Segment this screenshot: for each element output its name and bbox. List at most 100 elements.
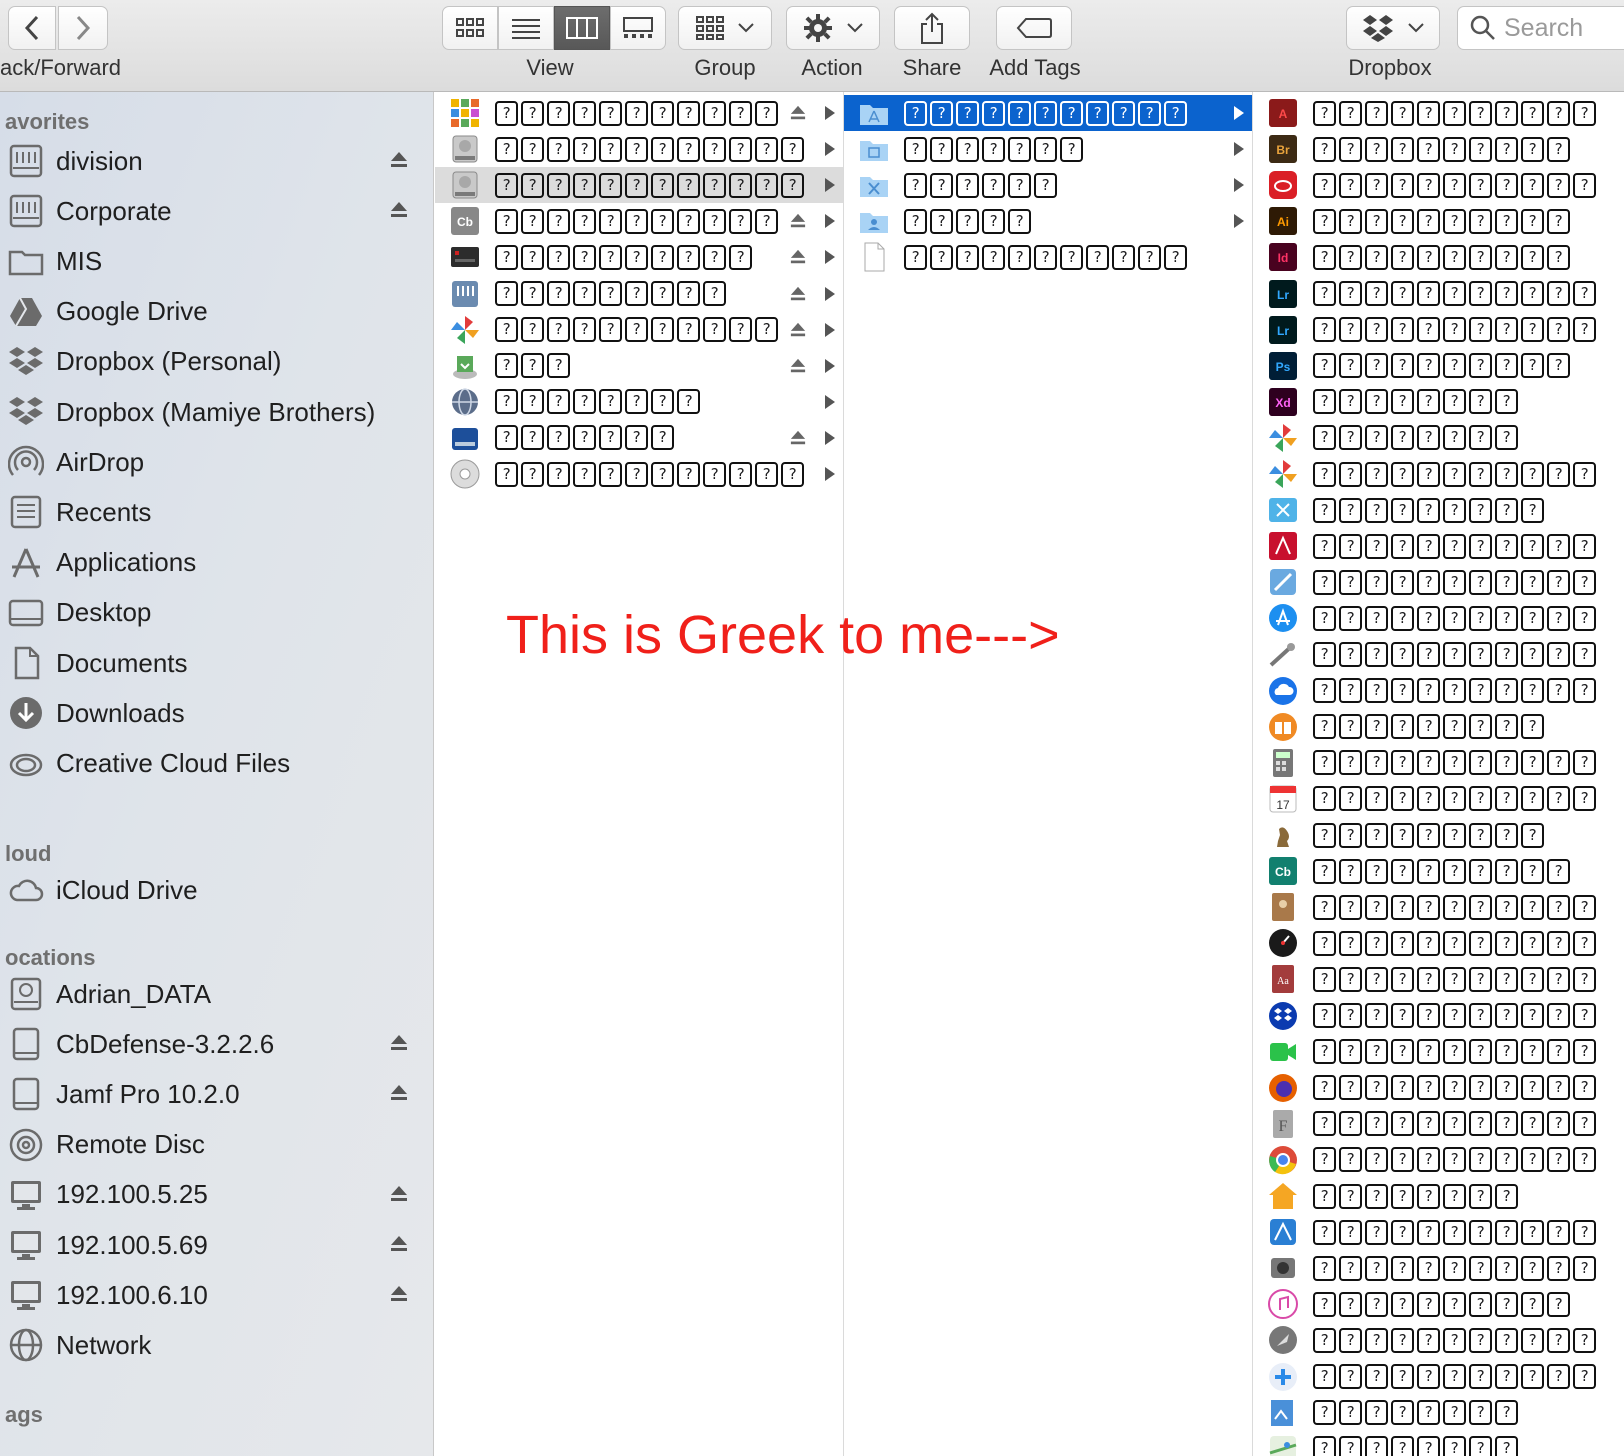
sidebar-item[interactable]: iCloud Drive: [8, 868, 408, 912]
file-row[interactable]: Lr???????????: [1253, 312, 1624, 348]
eject-icon[interactable]: [790, 249, 806, 265]
action-button[interactable]: [786, 6, 880, 50]
eject-icon[interactable]: [390, 1034, 408, 1052]
sidebar-item[interactable]: Applications: [8, 541, 408, 585]
file-row[interactable]: ???????????: [1253, 889, 1624, 925]
sidebar-item[interactable]: 192.100.5.69: [8, 1223, 408, 1267]
file-row[interactable]: ????????: [1253, 1431, 1624, 1456]
eject-icon[interactable]: [390, 1185, 408, 1203]
file-row[interactable]: ??????????: [1253, 1286, 1624, 1322]
eject-icon[interactable]: [790, 322, 806, 338]
eject-icon[interactable]: [790, 430, 806, 446]
icon-view-button[interactable]: [442, 6, 498, 50]
forward-button[interactable]: [58, 6, 108, 50]
sidebar-item[interactable]: Recents: [8, 490, 408, 534]
sidebar-item[interactable]: Corporate: [8, 189, 408, 233]
eject-icon[interactable]: [390, 1285, 408, 1303]
file-row[interactable]: ??????????: [435, 239, 843, 275]
file-row[interactable]: Lr???????????: [1253, 276, 1624, 312]
disclosure-chevron-icon[interactable]: [825, 178, 835, 193]
sidebar-item[interactable]: Desktop: [8, 591, 408, 635]
file-row[interactable]: ???????????: [1253, 456, 1624, 492]
disclosure-chevron-icon[interactable]: [825, 358, 835, 373]
sidebar-item[interactable]: Documents: [8, 641, 408, 685]
sidebar-item[interactable]: Downloads: [8, 691, 408, 735]
column-view-button[interactable]: [554, 6, 610, 50]
eject-icon[interactable]: [390, 1084, 408, 1102]
sidebar-item[interactable]: Jamf Pro 10.2.0: [8, 1072, 408, 1116]
file-row[interactable]: ?????????: [1253, 817, 1624, 853]
file-row[interactable]: ???????: [844, 131, 1252, 167]
file-row[interactable]: ???????????: [1253, 564, 1624, 600]
disclosure-chevron-icon[interactable]: [1234, 178, 1244, 193]
disclosure-chevron-icon[interactable]: [1234, 214, 1244, 229]
group-button[interactable]: [678, 6, 772, 50]
sidebar-item[interactable]: Adrian_DATA: [8, 972, 408, 1016]
file-row[interactable]: ???????????: [1253, 1250, 1624, 1286]
file-row[interactable]: ???????????: [1253, 1142, 1624, 1178]
disclosure-chevron-icon[interactable]: [825, 394, 835, 409]
eject-icon[interactable]: [790, 213, 806, 229]
sidebar-item[interactable]: 192.100.5.25: [8, 1173, 408, 1217]
sidebar-item[interactable]: Network: [8, 1323, 408, 1367]
file-row[interactable]: ???????????: [1253, 167, 1624, 203]
file-row[interactable]: ???????????: [1253, 1359, 1624, 1395]
file-row[interactable]: ?????????: [1253, 492, 1624, 528]
sidebar-item[interactable]: division: [8, 139, 408, 183]
file-row[interactable]: ???: [435, 348, 843, 384]
sidebar-item[interactable]: Google Drive: [8, 290, 408, 334]
file-row[interactable]: Id??????????: [1253, 239, 1624, 275]
file-row[interactable]: ???????????: [1253, 745, 1624, 781]
disclosure-chevron-icon[interactable]: [825, 250, 835, 265]
file-row[interactable]: ????????????: [435, 131, 843, 167]
file-row[interactable]: ???????????: [1253, 1214, 1624, 1250]
file-row[interactable]: Cb???????????: [435, 203, 843, 239]
file-row[interactable]: ????????????: [435, 456, 843, 492]
eject-icon[interactable]: [390, 151, 408, 169]
file-row[interactable]: Br??????????: [1253, 131, 1624, 167]
gallery-view-button[interactable]: [610, 6, 666, 50]
file-row[interactable]: ??????: [844, 167, 1252, 203]
file-row[interactable]: Aa???????????: [1253, 961, 1624, 997]
eject-icon[interactable]: [390, 201, 408, 219]
sidebar-item[interactable]: Dropbox (Personal): [8, 340, 408, 384]
file-row[interactable]: Xd????????: [1253, 384, 1624, 420]
search-input[interactable]: [1504, 13, 1624, 43]
back-button[interactable]: [8, 6, 56, 50]
eject-icon[interactable]: [790, 286, 806, 302]
file-row[interactable]: ?????????: [1253, 709, 1624, 745]
file-row[interactable]: ???????????: [435, 95, 843, 131]
sidebar-item[interactable]: CbDefense-3.2.2.6: [8, 1022, 408, 1066]
file-row[interactable]: ???????????: [1253, 600, 1624, 636]
file-row[interactable]: ???????????: [844, 239, 1252, 275]
disclosure-chevron-icon[interactable]: [825, 106, 835, 120]
file-row[interactable]: Ai??????????: [1253, 203, 1624, 239]
file-row[interactable]: Ps??????????: [1253, 348, 1624, 384]
disclosure-chevron-icon[interactable]: [825, 467, 835, 481]
file-row[interactable]: ????????: [1253, 1395, 1624, 1431]
sidebar-item[interactable]: AirDrop: [8, 440, 408, 484]
list-view-button[interactable]: [498, 6, 554, 50]
file-row[interactable]: ???????????: [1253, 998, 1624, 1034]
eject-icon[interactable]: [790, 105, 806, 121]
disclosure-chevron-icon[interactable]: [1234, 142, 1244, 157]
file-row[interactable]: ???????: [435, 420, 843, 456]
share-button[interactable]: [894, 6, 970, 50]
file-row[interactable]: ????????: [1253, 1178, 1624, 1214]
file-row[interactable]: ?????????: [435, 276, 843, 312]
file-row[interactable]: ???????????: [1253, 1070, 1624, 1106]
sidebar-item[interactable]: Remote Disc: [8, 1123, 408, 1167]
disclosure-chevron-icon[interactable]: [825, 430, 835, 445]
file-row[interactable]: F???????????: [1253, 1106, 1624, 1142]
add-tags-button[interactable]: [996, 6, 1072, 50]
file-row[interactable]: ???????????: [1253, 528, 1624, 564]
file-row[interactable]: ???????????: [844, 95, 1252, 131]
file-row[interactable]: ???????????: [435, 312, 843, 348]
disclosure-chevron-icon[interactable]: [825, 142, 835, 157]
sidebar-item[interactable]: Dropbox (Mamiye Brothers): [8, 390, 408, 434]
file-row[interactable]: ????????: [435, 384, 843, 420]
sidebar-item[interactable]: 192.100.6.10: [8, 1273, 408, 1317]
file-row[interactable]: ???????????: [1253, 1034, 1624, 1070]
eject-icon[interactable]: [790, 358, 806, 374]
file-row[interactable]: ???????????: [1253, 673, 1624, 709]
